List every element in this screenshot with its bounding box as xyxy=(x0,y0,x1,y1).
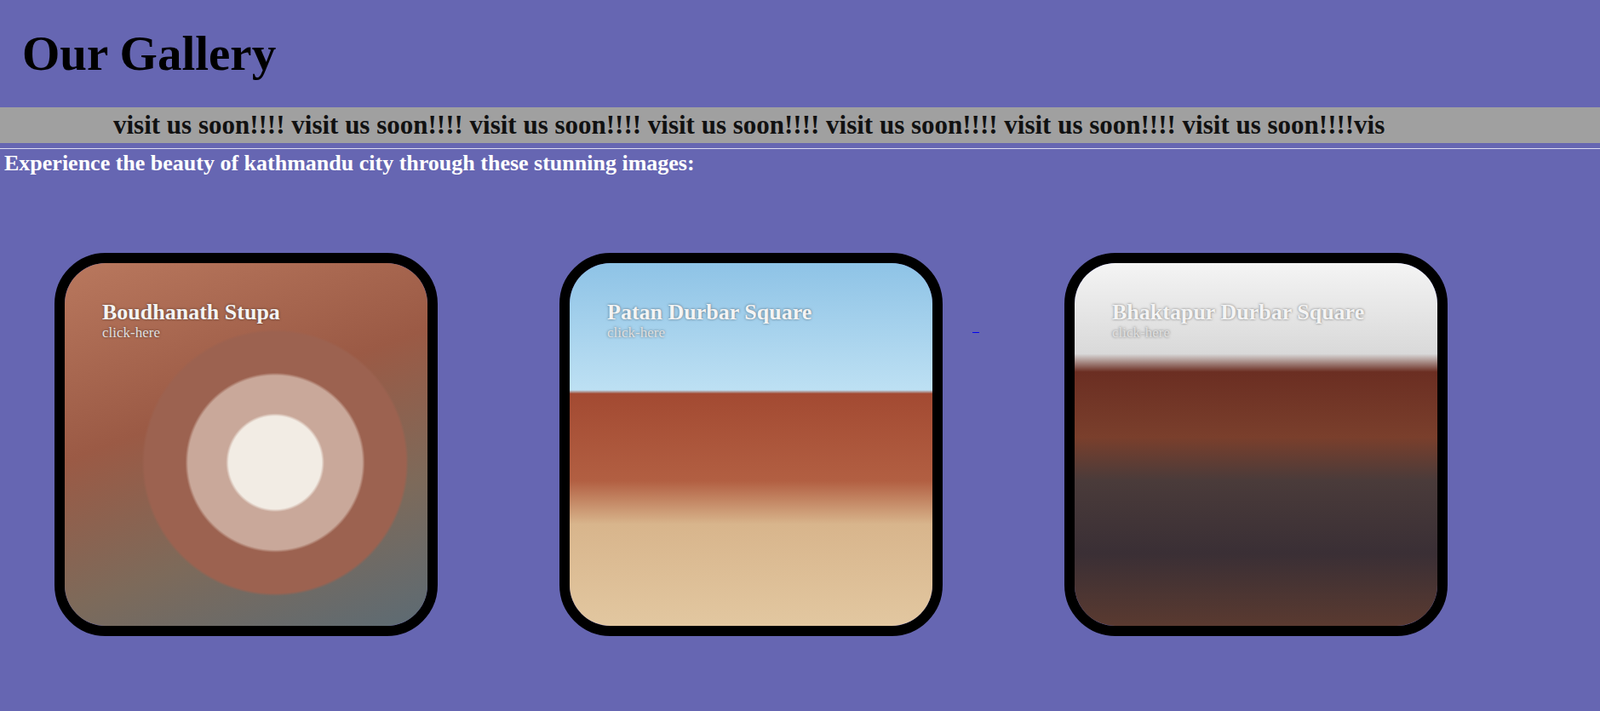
card-link[interactable]: click-here xyxy=(607,324,924,342)
page-header: Our Gallery xyxy=(0,0,1600,108)
gallery: Boudhanath Stupaclick-herePatan Durbar S… xyxy=(0,252,1600,637)
gallery-item: Patan Durbar Squareclick-here xyxy=(559,252,943,637)
card-link[interactable]: click-here xyxy=(102,324,419,342)
gallery-card[interactable]: Bhaktapur Durbar Squareclick-here xyxy=(1064,252,1448,637)
gallery-item: Bhaktapur Durbar Squareclick-here xyxy=(1064,252,1448,637)
card-overlay: Boudhanath Stupaclick-here xyxy=(102,300,419,343)
gallery-card[interactable]: Patan Durbar Squareclick-here xyxy=(559,252,943,637)
card-overlay: Patan Durbar Squareclick-here xyxy=(607,300,924,343)
marquee-bar: visit us soon!!!! visit us soon!!!! visi… xyxy=(0,107,1600,144)
empty-link[interactable] xyxy=(972,331,980,333)
card-title: Boudhanath Stupa xyxy=(102,300,419,326)
marquee-text: visit us soon!!!! visit us soon!!!! visi… xyxy=(113,109,1385,140)
card-link[interactable]: click-here xyxy=(1112,324,1429,342)
gallery-subtitle: Experience the beauty of kathmandu city … xyxy=(0,149,1600,178)
card-title: Bhaktapur Durbar Square xyxy=(1112,300,1429,326)
gallery-item: Boudhanath Stupaclick-here xyxy=(54,252,438,637)
gallery-card[interactable]: Boudhanath Stupaclick-here xyxy=(54,252,438,637)
card-overlay: Bhaktapur Durbar Squareclick-here xyxy=(1112,300,1429,343)
divider xyxy=(0,148,1600,150)
card-title: Patan Durbar Square xyxy=(607,300,924,326)
page-title: Our Gallery xyxy=(22,27,276,81)
